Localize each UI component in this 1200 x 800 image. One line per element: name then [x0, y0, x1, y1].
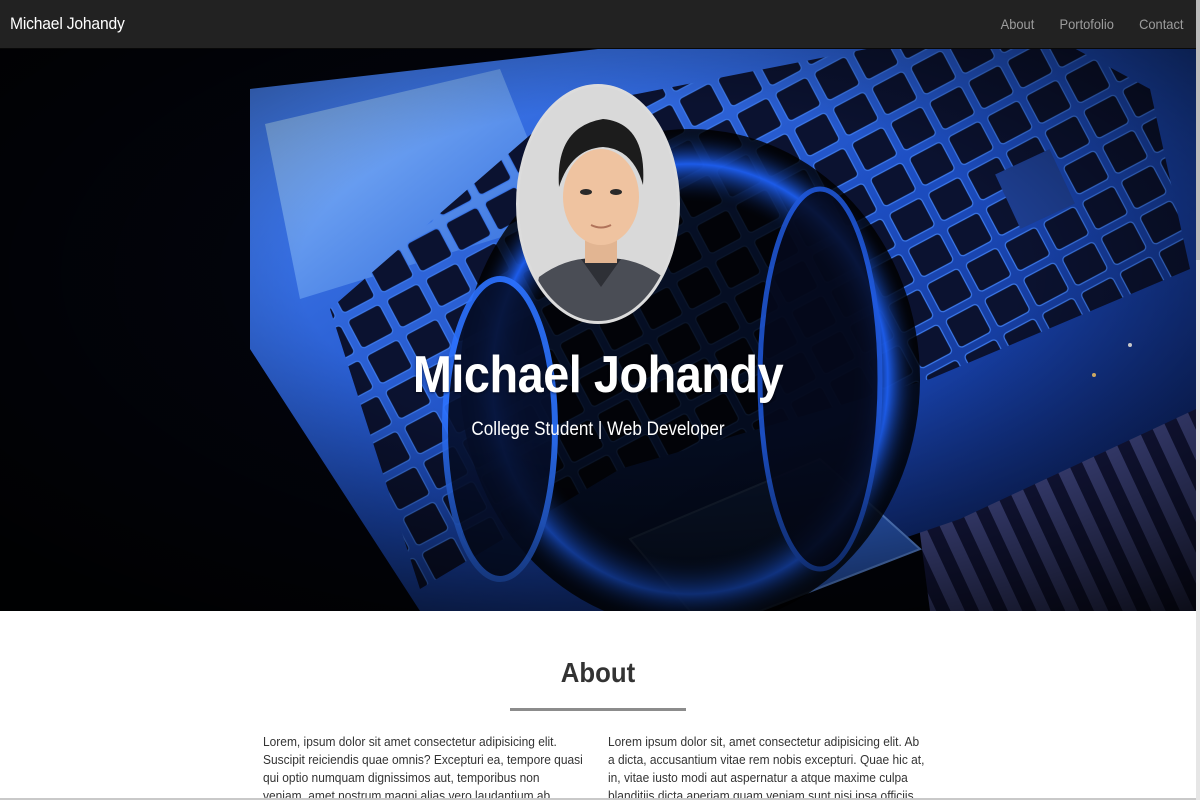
- about-divider: [510, 708, 686, 711]
- nav-link-about[interactable]: About: [981, 16, 1035, 32]
- hero-subtitle: College Student | Web Developer: [471, 419, 725, 440]
- profile-photo-image: [519, 87, 677, 321]
- hero-section: Michael Johandy College Student | Web De…: [0, 49, 1196, 611]
- scrollbar[interactable]: [1196, 0, 1200, 800]
- hero-title: Michael Johandy: [412, 346, 784, 404]
- scrollbar-thumb[interactable]: [1196, 0, 1200, 260]
- about-paragraph-left: Lorem, ipsum dolor sit amet consectetur …: [263, 734, 583, 800]
- profile-photo: [516, 84, 680, 324]
- nav-link-contact[interactable]: Contact: [1120, 16, 1183, 32]
- about-paragraph-right: Lorem ipsum dolor sit, amet consectetur …: [608, 734, 925, 800]
- nav-links: About Portofolio Contact: [979, 16, 1186, 32]
- about-text-left: Lorem, ipsum dolor sit amet consectetur …: [263, 733, 583, 800]
- brand-link[interactable]: Michael Johandy: [10, 14, 125, 34]
- about-text-right: Lorem ipsum dolor sit, amet consectetur …: [608, 733, 928, 800]
- navbar: Michael Johandy About Portofolio Contact: [0, 0, 1196, 49]
- nav-link-portofolio[interactable]: Portofolio: [1040, 16, 1113, 32]
- about-heading: About: [560, 657, 636, 688]
